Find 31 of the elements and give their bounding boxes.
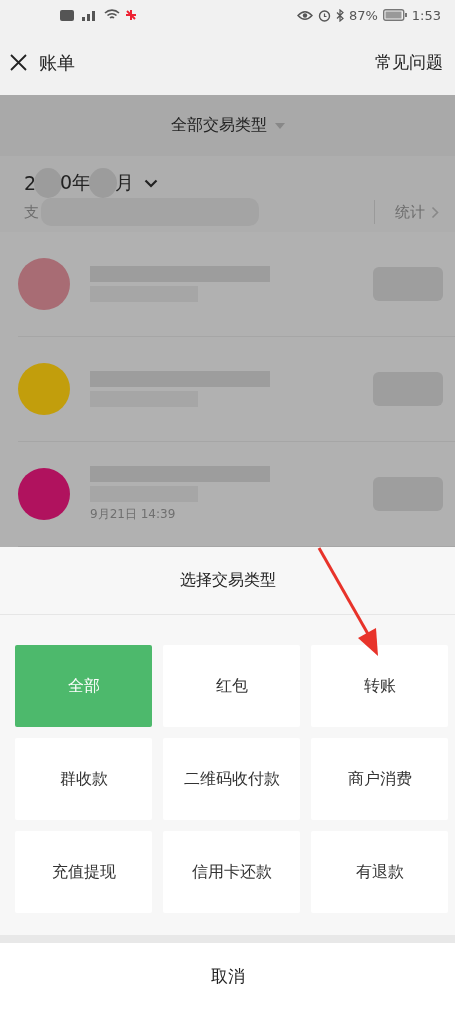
alarm-icon: [317, 8, 331, 22]
type-option[interactable]: 二维码收付款: [163, 738, 300, 820]
eye-icon: [296, 9, 313, 21]
transaction-type-filter[interactable]: 全部交易类型: [170, 115, 267, 137]
chevron-down-icon: [144, 178, 159, 188]
close-icon[interactable]: [10, 54, 27, 71]
clock-time: 1:53: [411, 7, 441, 23]
sheet-title: 选择交易类型: [0, 547, 455, 615]
transaction-time: 9月21日 14:39: [90, 505, 177, 523]
wifi-icon: [104, 9, 120, 21]
type-option[interactable]: 有退款: [311, 831, 448, 913]
type-option[interactable]: 信用卡还款: [163, 831, 300, 913]
expense-label: 支: [24, 202, 39, 222]
type-option[interactable]: 商户消费: [311, 738, 448, 820]
month-label[interactable]: 0年: [60, 170, 92, 197]
page-title: 账单: [39, 50, 75, 75]
bluetooth-icon: [335, 8, 344, 22]
chevron-right-icon: [431, 205, 439, 219]
cancel-button[interactable]: 取消: [0, 943, 455, 1010]
faq-link[interactable]: 常见问题: [375, 51, 443, 74]
dropdown-caret-icon: [274, 122, 285, 129]
month-label[interactable]: 2: [24, 172, 37, 195]
type-option[interactable]: 红包: [163, 645, 300, 727]
type-option[interactable]: 转账: [311, 645, 448, 727]
month-label[interactable]: 月: [115, 170, 135, 197]
type-option[interactable]: 群收款: [15, 738, 152, 820]
app-icon: [125, 9, 137, 21]
battery-icon: [382, 9, 407, 21]
type-option[interactable]: 充值提现: [15, 831, 152, 913]
battery-percent: 87%: [348, 7, 378, 23]
hd-icon: [60, 9, 74, 21]
